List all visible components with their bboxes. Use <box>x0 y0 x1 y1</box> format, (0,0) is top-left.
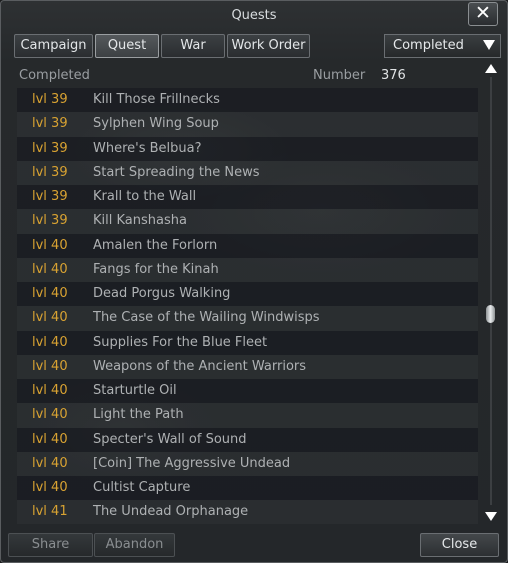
number-label: Number <box>313 68 366 83</box>
quest-row[interactable]: lvl 40 Cultist Capture <box>17 476 478 501</box>
quest-level: lvl 40 <box>32 480 68 495</box>
quest-row[interactable]: lvl 40 Amalen the Forlorn <box>17 233 478 258</box>
quest-row[interactable]: lvl 40 Specter's Wall of Sound <box>17 427 478 452</box>
filter-selected-value: Completed <box>393 38 464 53</box>
quest-name: Fangs for the Kinah <box>93 261 219 277</box>
quest-name: Weapons of the Ancient Warriors <box>93 358 307 374</box>
quest-level: lvl 39 <box>32 92 68 107</box>
scrollbar[interactable] <box>484 61 498 523</box>
quest-name: Kill Those Frillnecks <box>93 92 220 107</box>
quest-level: lvl 39 <box>32 189 68 204</box>
quest-name: Supplies For the Blue Fleet <box>93 334 268 350</box>
quest-name: Where's Belbua? <box>93 140 202 156</box>
quest-row[interactable]: lvl 40 Light the Path <box>17 403 478 428</box>
abandon-button[interactable]: Abandon <box>94 533 175 557</box>
quest-row[interactable]: lvl 39 Sylphen Wing Soup <box>17 112 478 137</box>
scroll-up-icon[interactable] <box>485 64 497 73</box>
quest-row[interactable]: lvl 40 Dead Porgus Walking <box>17 282 478 307</box>
quest-filter-dropdown[interactable]: Completed <box>384 34 501 58</box>
quest-name: Sylphen Wing Soup <box>93 116 219 132</box>
tab-quest[interactable]: Quest <box>95 34 159 58</box>
quest-level: lvl 39 <box>32 164 68 180</box>
quest-name: Starturtle Oil <box>93 383 177 398</box>
quest-name: Amalen the Forlorn <box>93 237 218 253</box>
tab-war[interactable]: War <box>161 34 225 58</box>
quest-level: lvl 40 <box>32 358 68 374</box>
quest-level: lvl 39 <box>32 213 68 229</box>
completed-label: Completed <box>19 68 90 83</box>
scrollbar-thumb[interactable] <box>486 305 495 323</box>
close-button[interactable]: Close <box>420 533 499 557</box>
quest-row[interactable]: lvl 39 Start Spreading the News <box>17 160 478 185</box>
quest-level: lvl 40 <box>32 286 68 301</box>
quest-name: Specter's Wall of Sound <box>93 431 247 447</box>
quest-row[interactable]: lvl 40 Starturtle Oil <box>17 379 478 404</box>
quest-name: Cultist Capture <box>93 480 191 495</box>
quest-name: Light the Path <box>93 407 184 423</box>
title-bar: Quests ✕ <box>1 1 507 31</box>
quest-row[interactable]: lvl 40 Weapons of the Ancient Warriors <box>17 354 478 379</box>
quest-level: lvl 40 <box>32 455 68 471</box>
quest-row[interactable]: lvl 39 Kill Kanshasha <box>17 209 478 234</box>
quest-level: lvl 40 <box>32 310 68 326</box>
quest-row[interactable]: lvl 40 [Coin] The Aggressive Undead <box>17 451 478 476</box>
tab-work-order[interactable]: Work Order <box>227 34 310 58</box>
list-header: Completed Number 376 <box>19 68 479 86</box>
quest-row[interactable]: lvl 41 The Undead Orphanage <box>17 500 478 524</box>
quest-list: lvl 39 Kill Those Frillnecks lvl 39 Sylphen… <box>17 88 478 524</box>
quest-name: Start Spreading the News <box>93 164 260 180</box>
completed-count: 376 <box>381 68 406 83</box>
quest-row[interactable]: lvl 39 Krall to the Wall <box>17 185 478 210</box>
quest-name: Kill Kanshasha <box>93 213 187 229</box>
quest-row[interactable]: lvl 40 The Case of the Wailing Windwisps <box>17 306 478 331</box>
scrollbar-track[interactable] <box>490 77 492 505</box>
quest-name: The Undead Orphanage <box>93 504 249 520</box>
quest-level: lvl 39 <box>32 116 68 132</box>
quest-row[interactable]: lvl 39 Where's Belbua? <box>17 136 478 161</box>
quest-name: [Coin] The Aggressive Undead <box>93 455 291 471</box>
close-window-button[interactable]: ✕ <box>468 2 498 26</box>
close-icon: ✕ <box>475 2 491 24</box>
quest-name: The Case of the Wailing Windwisps <box>93 310 320 326</box>
quest-level: lvl 40 <box>32 334 68 350</box>
quest-level: lvl 40 <box>32 407 68 423</box>
window-title: Quests <box>231 8 277 23</box>
chevron-down-icon <box>483 40 495 50</box>
tab-campaign[interactable]: Campaign <box>14 34 93 58</box>
scroll-down-icon[interactable] <box>485 512 497 521</box>
share-button[interactable]: Share <box>8 533 93 557</box>
quest-name: Krall to the Wall <box>93 189 197 204</box>
bottom-bar: Share Abandon Close <box>1 530 507 562</box>
quest-level: lvl 40 <box>32 383 68 398</box>
quest-row[interactable]: lvl 40 Supplies For the Blue Fleet <box>17 330 478 355</box>
quest-level: lvl 40 <box>32 431 68 447</box>
quest-row[interactable]: lvl 40 Fangs for the Kinah <box>17 257 478 282</box>
quest-row[interactable]: lvl 39 Kill Those Frillnecks <box>17 88 478 113</box>
quest-level: lvl 40 <box>32 237 68 253</box>
quest-level: lvl 41 <box>32 504 68 520</box>
quest-level: lvl 40 <box>32 261 68 277</box>
quest-level: lvl 39 <box>32 140 68 156</box>
quests-window: Quests ✕ Campaign Quest War Work Order C… <box>0 0 508 563</box>
quest-name: Dead Porgus Walking <box>93 286 231 301</box>
